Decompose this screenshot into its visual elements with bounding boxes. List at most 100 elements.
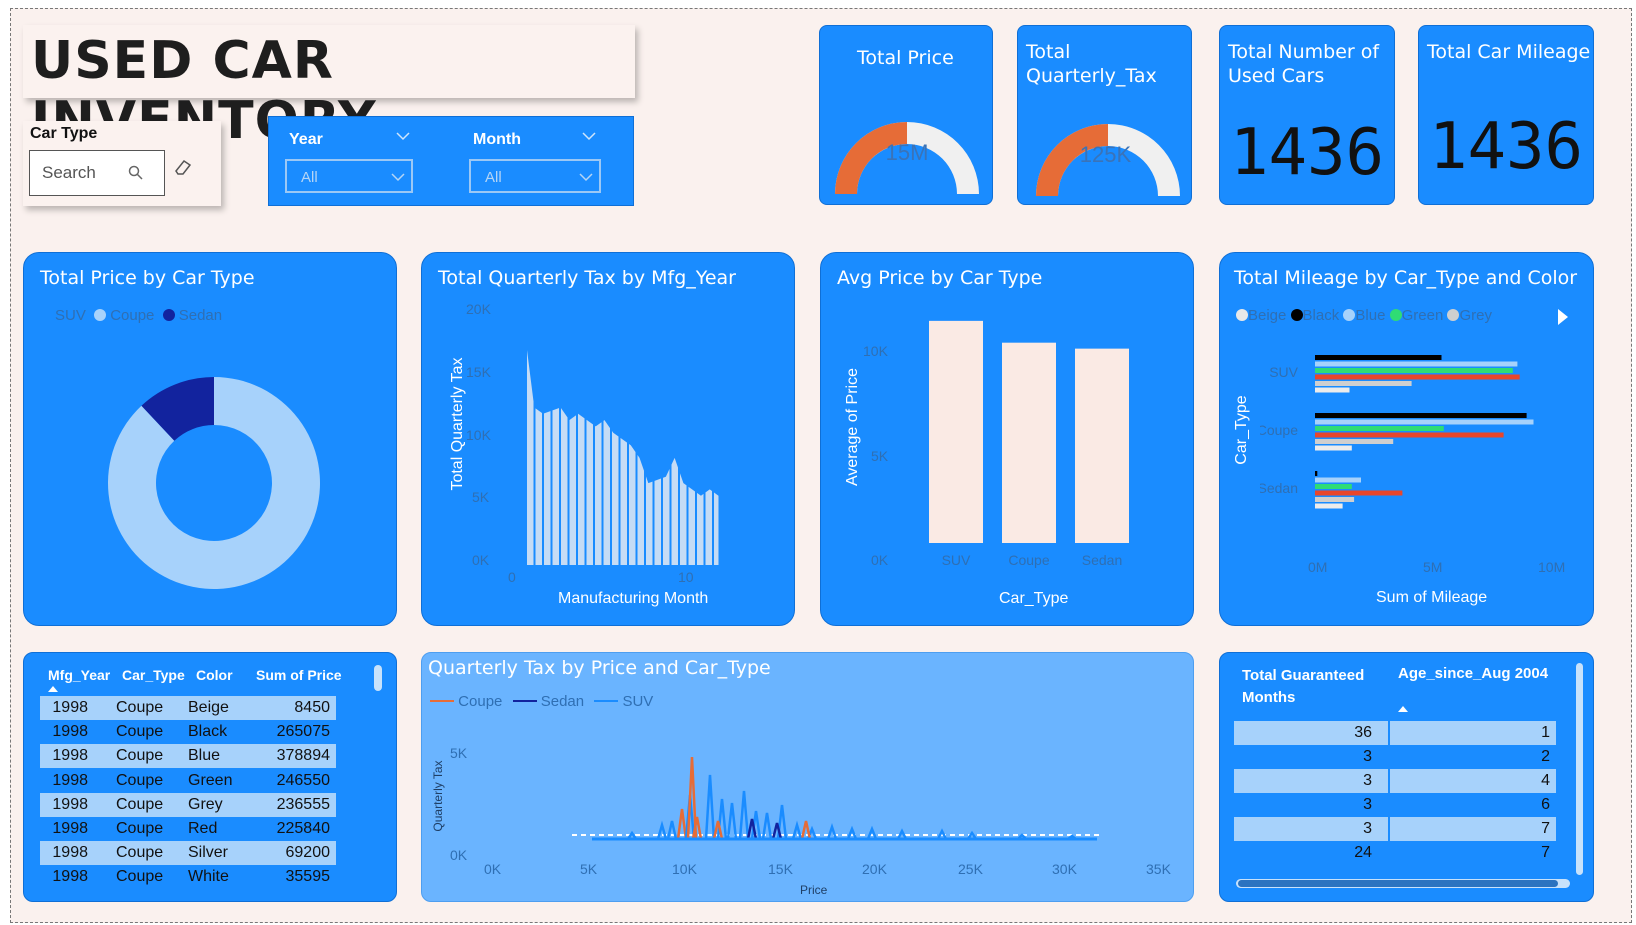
column-header-color[interactable]: Color: [196, 667, 233, 683]
month-dropdown[interactable]: All: [469, 159, 601, 193]
x-tick-label: Sedan: [1082, 552, 1122, 568]
legend-item-sedan[interactable]: Sedan: [179, 307, 222, 324]
color-cell: Green: [188, 771, 233, 789]
bar-suv-red: [1315, 374, 1520, 380]
column-header-guaranteed-months[interactable]: Total Guaranteed Months: [1242, 665, 1382, 709]
column-header-mfg-year[interactable]: Mfg_Year: [48, 667, 110, 683]
guaranteed-months-cell: 3: [1363, 772, 1372, 789]
table-row[interactable]: 36: [1234, 793, 1556, 817]
legend-item-black[interactable]: Black: [1303, 307, 1340, 324]
horizontal-scrollbar[interactable]: [1236, 879, 1570, 888]
bar-suv-beige: [1315, 387, 1350, 393]
vertical-scrollbar[interactable]: [1576, 663, 1583, 875]
total-mileage-card[interactable]: Total Car Mileage 1436: [1418, 25, 1594, 205]
chart-title: Total Quarterly Tax by Mfg_Year: [438, 267, 736, 289]
x-axis-title: Sum of Mileage: [1376, 589, 1488, 606]
month-filter-label: Month: [473, 131, 521, 148]
legend-item-sedan[interactable]: Sedan: [541, 693, 584, 710]
guarantee-age-table[interactable]: Total Guaranteed Months Age_since_Aug 20…: [1219, 652, 1594, 902]
bar-suv-blue: [1315, 361, 1518, 367]
column-divider: [1388, 769, 1390, 793]
legend-dot-black: [1290, 309, 1303, 321]
total-used-cars-value: 1436: [1229, 116, 1385, 190]
month-dropdown-value: All: [485, 169, 502, 186]
table-row[interactable]: 36 1: [1234, 721, 1556, 745]
age-cell: 4: [1541, 772, 1550, 789]
sort-ascending-icon[interactable]: [48, 685, 58, 692]
table-body: 1998 Coupe Beige 8450 1998 Coupe Black 265075 19…: [40, 696, 374, 894]
table-row[interactable]: 24 7: [1234, 841, 1556, 865]
color-cell: White: [188, 868, 229, 886]
car-type-cell: Coupe: [116, 795, 164, 813]
sum-price-cell: 378894: [276, 747, 330, 765]
car-type-cell: Coupe: [116, 747, 164, 765]
table-row[interactable]: 32: [1234, 745, 1556, 769]
car-type-cell: Coupe: [116, 699, 164, 716]
car-type-slicer: Car Type Search: [23, 121, 221, 206]
y-tick-label: Sedan: [1260, 480, 1298, 496]
chevron-down-icon[interactable]: [395, 131, 411, 141]
table-scrollbar[interactable]: [374, 665, 382, 691]
avg-price-by-car-type-chart[interactable]: Avg Price by Car Type 10K 5K 0K Average …: [820, 252, 1194, 626]
total-used-cars-card[interactable]: Total Number of Used Cars 1436: [1219, 25, 1395, 205]
table-row[interactable]: 1998 Coupe Beige 8450: [40, 696, 336, 720]
car-type-search-input[interactable]: Search: [29, 150, 165, 196]
legend-item-suv[interactable]: SUV: [55, 307, 86, 324]
legend-item-coupe[interactable]: Coupe: [458, 693, 502, 710]
table-row[interactable]: 37: [1234, 817, 1556, 841]
chevron-down-icon[interactable]: [581, 131, 597, 141]
price-details-table[interactable]: Mfg_Year Car_Type Color Sum of Price 199…: [23, 652, 397, 902]
tax-by-mfg-year-chart[interactable]: Total Quarterly Tax by Mfg_Year 20K 15K …: [421, 252, 795, 626]
sort-ascending-icon[interactable]: [1398, 705, 1408, 712]
table-row[interactable]: 1998 Coupe White 35595: [40, 865, 336, 889]
y-tick-label: 0K: [472, 552, 490, 568]
bar-sedan: [1075, 348, 1129, 543]
year-dropdown-value: All: [301, 169, 318, 186]
tax-by-price-chart[interactable]: Quarterly Tax by Price and Car_Type Coup…: [421, 652, 1194, 902]
column-header-age[interactable]: Age_since_Aug 2004: [1398, 665, 1548, 682]
table-row[interactable]: 1998 Coupe Silver 69200: [40, 841, 336, 866]
tax-price-line-plot: [572, 756, 1102, 841]
column-header-sum-price[interactable]: Sum of Price: [256, 667, 342, 683]
column-header-car-type[interactable]: Car_Type: [122, 667, 185, 683]
column-divider: [1388, 817, 1390, 841]
search-placeholder: Search: [42, 163, 96, 182]
x-tick-label: 10M: [1538, 559, 1566, 575]
legend-item-green[interactable]: Green: [1402, 307, 1444, 324]
chart-title: Quarterly Tax by Price and Car_Type: [428, 657, 771, 679]
guaranteed-months-cell: 3: [1363, 796, 1372, 813]
scrollbar-thumb[interactable]: [1238, 880, 1558, 887]
bar-coupe-grey: [1315, 439, 1394, 444]
total-quarterly-tax-card[interactable]: Total Quarterly_Tax 125K: [1017, 25, 1192, 205]
table-row[interactable]: 1998 Coupe Red 225840: [40, 817, 336, 841]
eraser-icon[interactable]: [173, 158, 193, 176]
x-axis-title: Manufacturing Month: [558, 590, 709, 607]
legend-item-grey[interactable]: Grey: [1459, 307, 1492, 324]
age-cell: 7: [1541, 820, 1550, 837]
x-tick-label: 25K: [958, 861, 983, 877]
total-price-card[interactable]: Total Price 15M: [819, 25, 993, 205]
legend-next-arrow-icon[interactable]: [1556, 308, 1570, 326]
chart-legend: Beige Black Blue Green Grey: [1236, 307, 1492, 324]
table-row[interactable]: 1998 Coupe Blue 378894: [40, 744, 336, 769]
tax-area-plot: [525, 313, 722, 565]
table-row[interactable]: 1998 Coupe Black 265075: [40, 720, 336, 744]
legend-item-suv[interactable]: SUV: [622, 693, 653, 710]
total-quarterly-tax-title: Total Quarterly_Tax: [1026, 41, 1157, 87]
table-row[interactable]: 1998 Coupe Green 246550: [40, 769, 336, 793]
line-spike: [800, 820, 812, 840]
price-by-car-type-chart[interactable]: Total Price by Car Type SUV Coupe Sedan: [23, 252, 397, 626]
guaranteed-months-cell: 3: [1363, 748, 1372, 765]
legend-item-beige[interactable]: Beige: [1248, 307, 1286, 324]
mileage-by-type-color-chart[interactable]: Total Mileage by Car_Type and Color Beig…: [1219, 252, 1594, 626]
legend-item-coupe[interactable]: Coupe: [110, 307, 154, 324]
table-row[interactable]: 34: [1234, 769, 1556, 793]
table-row[interactable]: 1998 Coupe Grey 236555: [40, 792, 336, 817]
legend-dot-sedan: [162, 309, 175, 321]
legend-dot-green: [1389, 309, 1402, 321]
chart-title: Total Price by Car Type: [40, 267, 255, 289]
bar-sedan-blue: [1315, 477, 1361, 483]
year-dropdown[interactable]: All: [285, 159, 413, 193]
bar-suv-grey: [1315, 381, 1412, 386]
legend-item-blue[interactable]: Blue: [1355, 307, 1385, 324]
